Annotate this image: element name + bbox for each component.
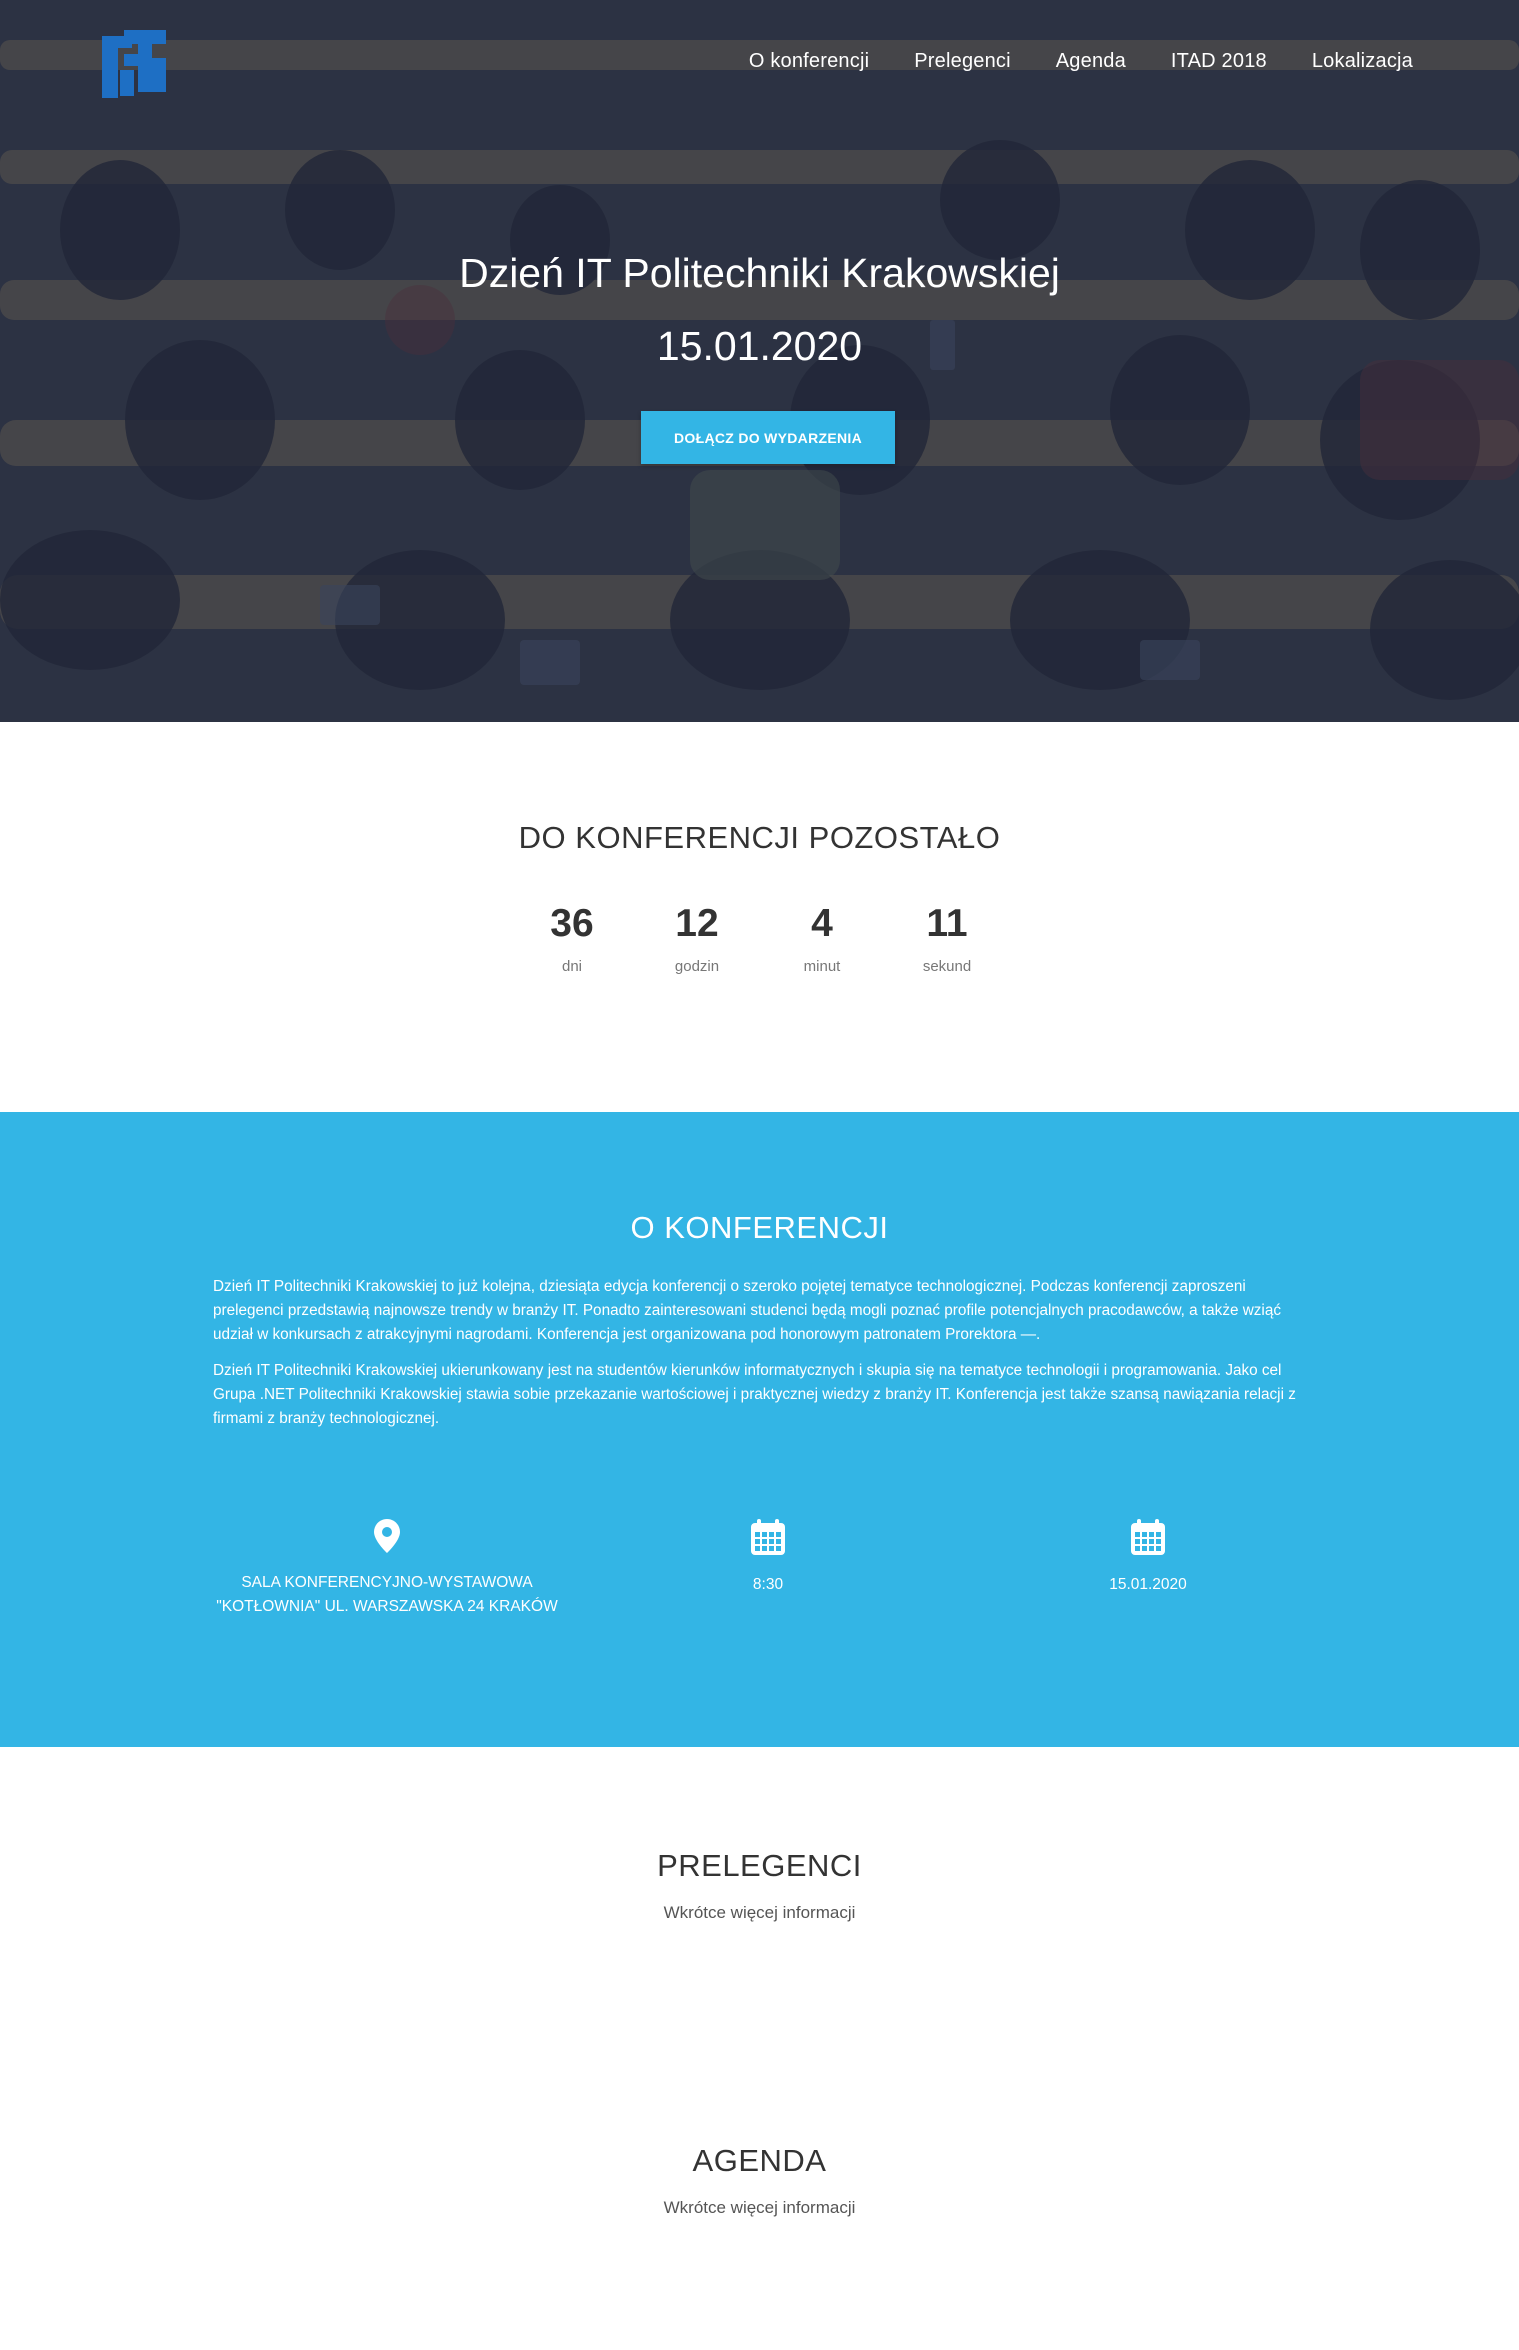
location-line-2: "KOTŁOWNIA" UL. WARSZAWSKA 24 KRAKÓW xyxy=(216,1598,558,1615)
join-event-button[interactable]: DOŁĄCZ DO WYDARZENIA xyxy=(641,411,895,464)
info-time: 8:30 xyxy=(578,1519,958,1597)
info-date: 15.01.2020 xyxy=(958,1519,1338,1597)
nav-item-o-konferencji[interactable]: O konferencji xyxy=(749,50,869,73)
countdown-title: DO KONFERENCJI POZOSTAŁO xyxy=(518,820,1001,855)
countdown-value: 4 xyxy=(811,902,833,945)
speakers-subtitle: Wkrótce więcej informacji xyxy=(663,1903,856,1922)
about-title: O KONFERENCJI xyxy=(630,1210,889,1245)
about-section: O KONFERENCJI Dzień IT Politechniki Krak… xyxy=(0,1112,1519,1747)
countdown-minutes: 4 minut xyxy=(760,902,885,975)
speakers-title: PRELEGENCI xyxy=(657,1848,862,1883)
countdown-section: DO KONFERENCJI POZOSTAŁO 36 dni 12 godzi… xyxy=(0,722,1519,1112)
about-text: Dzień IT Politechniki Krakowskiej to już… xyxy=(213,1275,1318,1443)
countdown-label: godzin xyxy=(674,958,720,975)
agenda-subtitle: Wkrótce więcej informacji xyxy=(663,2198,856,2217)
hero-title: Dzień IT Politechniki Krakowskiej xyxy=(459,250,1060,296)
countdown-label: sekund xyxy=(922,958,972,975)
info-text: SALA KONFERENCYJNO-WYSTAWOWA "KOTŁOWNIA"… xyxy=(197,1571,577,1619)
countdown-days: 36 dni xyxy=(510,902,635,975)
info-text: 8:30 xyxy=(752,1576,784,1593)
countdown-value: 11 xyxy=(926,902,968,945)
hero-date: 15.01.2020 xyxy=(656,323,863,369)
countdown-seconds: 11 sekund xyxy=(885,902,1010,975)
agenda-title: AGENDA xyxy=(692,2143,827,2178)
nav-item-prelegenci[interactable]: Prelegenci xyxy=(914,50,1011,73)
map-pin-icon xyxy=(374,1519,400,1553)
countdown-label: minut xyxy=(803,958,841,975)
info-location: SALA KONFERENCYJNO-WYSTAWOWA "KOTŁOWNIA"… xyxy=(197,1519,577,1619)
location-line-1: SALA KONFERENCYJNO-WYSTAWOWA xyxy=(241,1574,533,1591)
hero-section: O konferencji Prelegenci Agenda ITAD 201… xyxy=(0,0,1519,722)
logo-icon[interactable] xyxy=(102,30,166,100)
countdown-value: 12 xyxy=(675,902,719,945)
about-paragraph: Dzień IT Politechniki Krakowskiej ukieru… xyxy=(213,1362,1296,1427)
countdown-label: dni xyxy=(561,958,583,975)
calendar-icon xyxy=(1131,1519,1165,1555)
countdown-hours: 12 godzin xyxy=(635,902,760,975)
countdown-timer: 36 dni 12 godzin 4 minut 11 sekund xyxy=(0,902,1519,975)
nav-item-agenda[interactable]: Agenda xyxy=(1056,50,1126,73)
nav-item-itad-2018[interactable]: ITAD 2018 xyxy=(1171,50,1267,73)
about-paragraph: Dzień IT Politechniki Krakowskiej to już… xyxy=(213,1278,1281,1343)
calendar-icon xyxy=(751,1519,785,1555)
countdown-value: 36 xyxy=(550,902,594,945)
info-text: 15.01.2020 xyxy=(1109,1576,1187,1593)
nav-item-lokalizacja[interactable]: Lokalizacja xyxy=(1312,50,1413,73)
main-nav: O konferencji Prelegenci Agenda ITAD 201… xyxy=(704,50,1413,73)
